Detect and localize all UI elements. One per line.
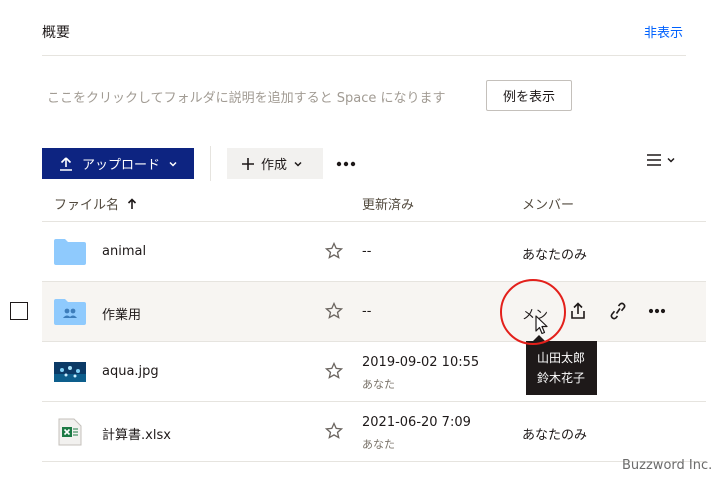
tooltip-member: 鈴木花子 bbox=[537, 371, 586, 385]
star-icon[interactable] bbox=[325, 362, 343, 380]
file-name[interactable]: 計算書.xlsx bbox=[102, 424, 171, 443]
file-name[interactable]: 作業用 bbox=[102, 304, 141, 323]
modified-value: 2021-06-20 7:09 bbox=[362, 415, 471, 430]
file-row[interactable]: 計算書.xlsx 2021-06-20 7:09 あなた あなたのみ bbox=[42, 402, 706, 462]
mouse-cursor-icon bbox=[535, 315, 548, 335]
image-thumbnail bbox=[54, 362, 86, 382]
highlight-circle bbox=[500, 279, 566, 345]
row-select-checkbox[interactable] bbox=[10, 302, 28, 320]
folder-icon bbox=[54, 239, 86, 265]
watermark: Buzzword Inc. bbox=[622, 458, 713, 473]
file-row[interactable]: animal -- あなたのみ bbox=[42, 222, 706, 282]
file-name[interactable]: animal bbox=[102, 244, 146, 259]
upload-button-label: アップロード bbox=[82, 158, 161, 173]
show-example-button[interactable]: 例を表示 bbox=[486, 80, 572, 111]
modified-value: -- bbox=[362, 244, 372, 259]
toolbar-separator bbox=[210, 146, 211, 181]
upload-icon bbox=[60, 156, 72, 171]
file-row[interactable]: aqua.jpg 2019-09-02 10:55 あなた bbox=[42, 342, 706, 402]
modified-value: 2019-09-02 10:55 bbox=[362, 355, 480, 370]
plus-icon bbox=[242, 157, 254, 170]
chevron-down-icon bbox=[294, 161, 302, 167]
file-name[interactable]: aqua.jpg bbox=[102, 364, 159, 379]
star-icon[interactable] bbox=[325, 422, 343, 440]
excel-icon bbox=[58, 418, 82, 446]
hide-overview-link[interactable]: 非表示 bbox=[644, 22, 683, 41]
share-icon[interactable] bbox=[570, 302, 586, 320]
column-header-name-label: ファイル名 bbox=[54, 198, 120, 213]
column-header-modified[interactable]: 更新済み bbox=[362, 194, 414, 213]
file-row[interactable]: 作業用 -- メン bbox=[42, 282, 706, 342]
sort-ascending-icon bbox=[127, 197, 137, 209]
modified-value: -- bbox=[362, 304, 372, 319]
members-value: あなたのみ bbox=[522, 248, 588, 263]
more-actions-button[interactable] bbox=[336, 154, 356, 170]
tooltip-member: 山田太郎 bbox=[537, 351, 586, 365]
modified-by: あなた bbox=[362, 378, 395, 391]
column-header-members[interactable]: メンバー bbox=[522, 194, 574, 213]
column-header-name[interactable]: ファイル名 bbox=[54, 194, 137, 213]
row-divider bbox=[42, 461, 706, 462]
create-button[interactable]: 作成 bbox=[227, 148, 323, 179]
chevron-down-icon bbox=[667, 157, 675, 163]
more-horizontal-icon[interactable] bbox=[648, 308, 666, 314]
modified-by: あなた bbox=[362, 438, 395, 451]
list-view-icon bbox=[647, 154, 661, 166]
star-icon[interactable] bbox=[325, 242, 343, 260]
shared-folder-icon bbox=[54, 299, 86, 325]
members-tooltip: 山田太郎 鈴木花子 bbox=[526, 341, 597, 395]
upload-button[interactable]: アップロード bbox=[42, 148, 194, 179]
link-icon[interactable] bbox=[610, 302, 626, 320]
star-icon[interactable] bbox=[325, 302, 343, 320]
create-button-label: 作成 bbox=[261, 158, 288, 173]
overview-title: 概要 bbox=[42, 25, 70, 41]
folder-description-hint[interactable]: ここをクリックしてフォルダに説明を追加すると Space になります bbox=[47, 87, 446, 106]
overview-divider bbox=[42, 55, 686, 56]
chevron-down-icon bbox=[169, 161, 177, 167]
view-switch-button[interactable] bbox=[646, 153, 676, 167]
members-value: あなたのみ bbox=[522, 428, 588, 443]
more-horizontal-icon bbox=[336, 161, 356, 167]
